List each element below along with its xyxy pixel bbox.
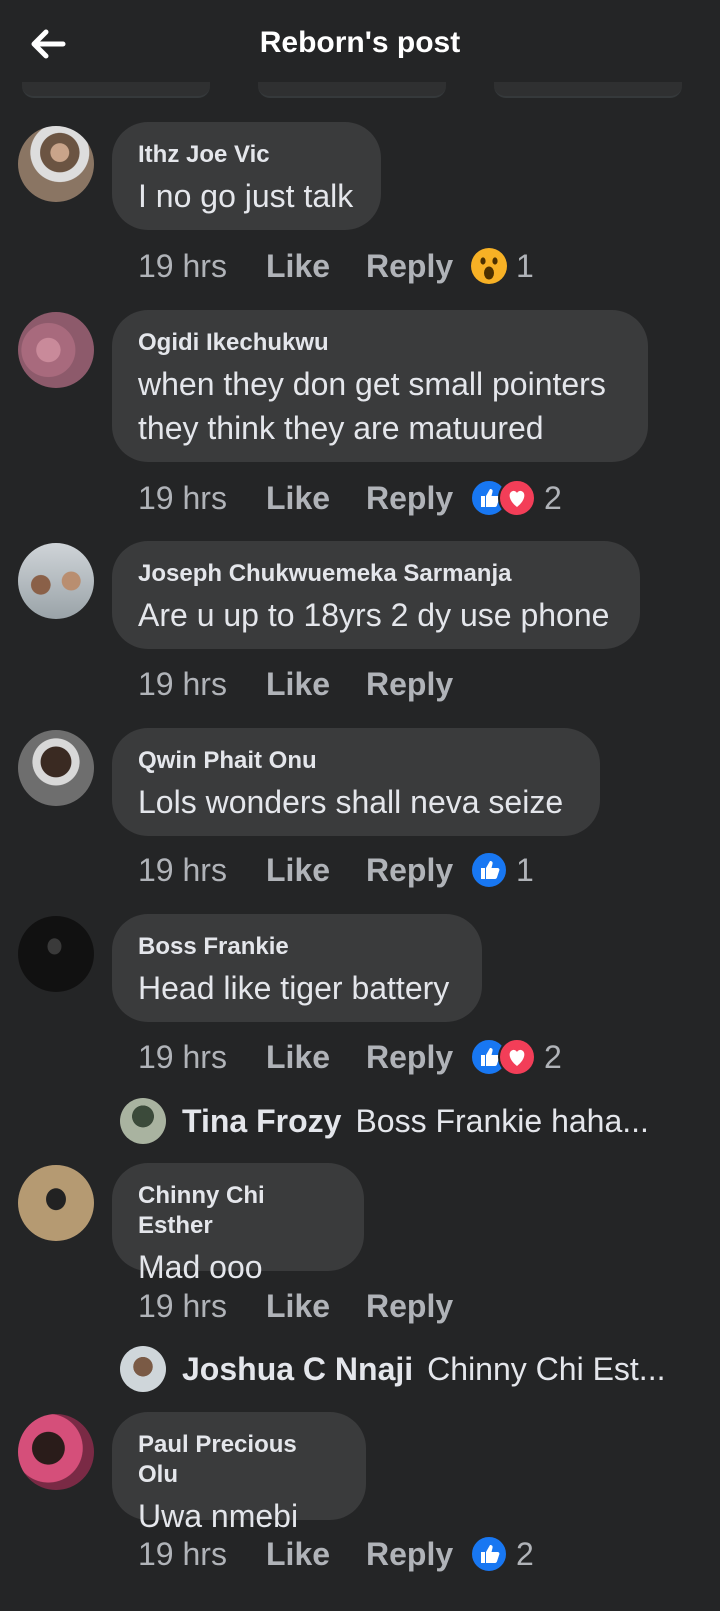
reply-text: Boss Frankie haha... <box>355 1102 649 1139</box>
comment-actions: 19 hrs Like Reply 1 <box>138 244 534 288</box>
comment-text: I no go just talk <box>138 178 354 214</box>
comment-bubble[interactable]: Qwin Phait Onu Lols wonders shall neva s… <box>112 728 600 836</box>
comment-actions: 19 hrs Like Reply 2 <box>138 476 562 520</box>
top-bar: Reborn's post <box>0 0 720 98</box>
avatar[interactable] <box>18 916 94 992</box>
reply-button[interactable]: Reply <box>366 1288 470 1325</box>
reaction-summary[interactable]: 2 <box>470 1038 562 1076</box>
like-button[interactable]: Like <box>266 1536 366 1573</box>
comment-time: 19 hrs <box>138 851 227 888</box>
like-button[interactable]: Like <box>266 1039 366 1076</box>
comment-time: 19 hrs <box>138 1287 227 1324</box>
comment-time: 19 hrs <box>138 1038 227 1075</box>
wow-reaction-icon <box>471 248 507 284</box>
comment-actions: 19 hrs Like Reply 2 <box>138 1532 534 1576</box>
comment-text: Lols wonders shall neva seize <box>138 784 564 820</box>
reply-preview[interactable]: Joshua C Nnaji Chinny Chi Est... <box>120 1344 665 1394</box>
comment-text: Head like tiger battery <box>138 970 450 1006</box>
avatar[interactable] <box>18 126 94 202</box>
comment-time: 19 hrs <box>138 665 227 702</box>
comment-author[interactable]: Qwin Phait Onu <box>138 746 572 776</box>
like-button[interactable]: Like <box>266 480 366 517</box>
reaction-summary[interactable]: 1 <box>470 851 534 889</box>
reaction-summary[interactable]: 2 <box>470 1535 534 1573</box>
reply-button[interactable]: Reply <box>366 480 470 517</box>
reply-author: Joshua C Nnaji <box>182 1350 414 1387</box>
like-button[interactable]: Like <box>266 852 366 889</box>
reply-avatar <box>120 1098 166 1144</box>
comment-time: 19 hrs <box>138 1535 227 1572</box>
comment-actions: 19 hrs Like Reply 1 <box>138 848 534 892</box>
comment-bubble[interactable]: Paul Precious Olu Uwa nmebi <box>112 1412 366 1534</box>
reaction-count: 1 <box>516 851 534 888</box>
reaction-summary[interactable]: 2 <box>470 479 562 517</box>
filter-chip[interactable] <box>494 82 682 98</box>
reaction-count: 2 <box>544 1038 562 1075</box>
reply-button[interactable]: Reply <box>366 1536 470 1573</box>
reply-button[interactable]: Reply <box>366 852 470 889</box>
reaction-count: 2 <box>516 1535 534 1572</box>
reaction-count: 2 <box>544 479 562 516</box>
comment-text: Are u up to 18yrs 2 dy use phone <box>138 597 610 633</box>
reply-button[interactable]: Reply <box>366 248 470 285</box>
reply-button[interactable]: Reply <box>366 666 470 703</box>
love-reaction-icon <box>498 479 536 517</box>
love-reaction-icon <box>498 1038 536 1076</box>
comment-bubble[interactable]: Chinny Chi Esther Mad ooo <box>112 1163 364 1285</box>
comment-bubble[interactable]: Boss Frankie Head like tiger battery <box>112 914 482 1022</box>
comment-time: 19 hrs <box>138 247 227 284</box>
avatar[interactable] <box>18 1414 94 1490</box>
comment-actions: 19 hrs Like Reply 2 <box>138 1035 562 1079</box>
avatar[interactable] <box>18 312 94 388</box>
reply-avatar <box>120 1346 166 1392</box>
avatar[interactable] <box>18 543 94 619</box>
comment-text: when they don get small pointers they th… <box>138 366 606 446</box>
comment-actions: 19 hrs Like Reply <box>138 662 470 706</box>
comment-author[interactable]: Ithz Joe Vic <box>138 140 353 170</box>
reaction-summary[interactable]: 1 <box>470 247 534 285</box>
like-reaction-icon <box>470 851 508 889</box>
reaction-count: 1 <box>516 247 534 284</box>
avatar[interactable] <box>18 730 94 806</box>
filter-chip[interactable] <box>258 82 446 98</box>
reply-author: Tina Frozy <box>182 1102 342 1139</box>
comment-time: 19 hrs <box>138 479 227 516</box>
comment-author[interactable]: Ogidi Ikechukwu <box>138 328 620 358</box>
comment-actions: 19 hrs Like Reply <box>138 1284 470 1328</box>
reply-text: Chinny Chi Est... <box>427 1350 666 1387</box>
comment-bubble[interactable]: Joseph Chukwuemeka Sarmanja Are u up to … <box>112 541 640 649</box>
reply-preview[interactable]: Tina Frozy Boss Frankie haha... <box>120 1096 649 1146</box>
comment-bubble[interactable]: Ithz Joe Vic I no go just talk <box>112 122 382 230</box>
comment-author[interactable]: Boss Frankie <box>138 932 454 962</box>
filter-chip[interactable] <box>22 82 210 98</box>
like-reaction-icon <box>470 1535 508 1573</box>
comment-bubble[interactable]: Ogidi Ikechukwu when they don get small … <box>112 310 648 462</box>
page-title: Reborn's post <box>259 26 461 59</box>
comment-author[interactable]: Chinny Chi Esther <box>138 1181 336 1241</box>
comment-author[interactable]: Joseph Chukwuemeka Sarmanja <box>138 559 612 589</box>
like-button[interactable]: Like <box>266 248 366 285</box>
like-button[interactable]: Like <box>266 666 366 703</box>
comment-author[interactable]: Paul Precious Olu <box>138 1430 338 1490</box>
like-button[interactable]: Like <box>266 1288 366 1325</box>
comment-text: Mad ooo <box>138 1249 263 1285</box>
reply-button[interactable]: Reply <box>366 1039 470 1076</box>
avatar[interactable] <box>18 1165 94 1241</box>
